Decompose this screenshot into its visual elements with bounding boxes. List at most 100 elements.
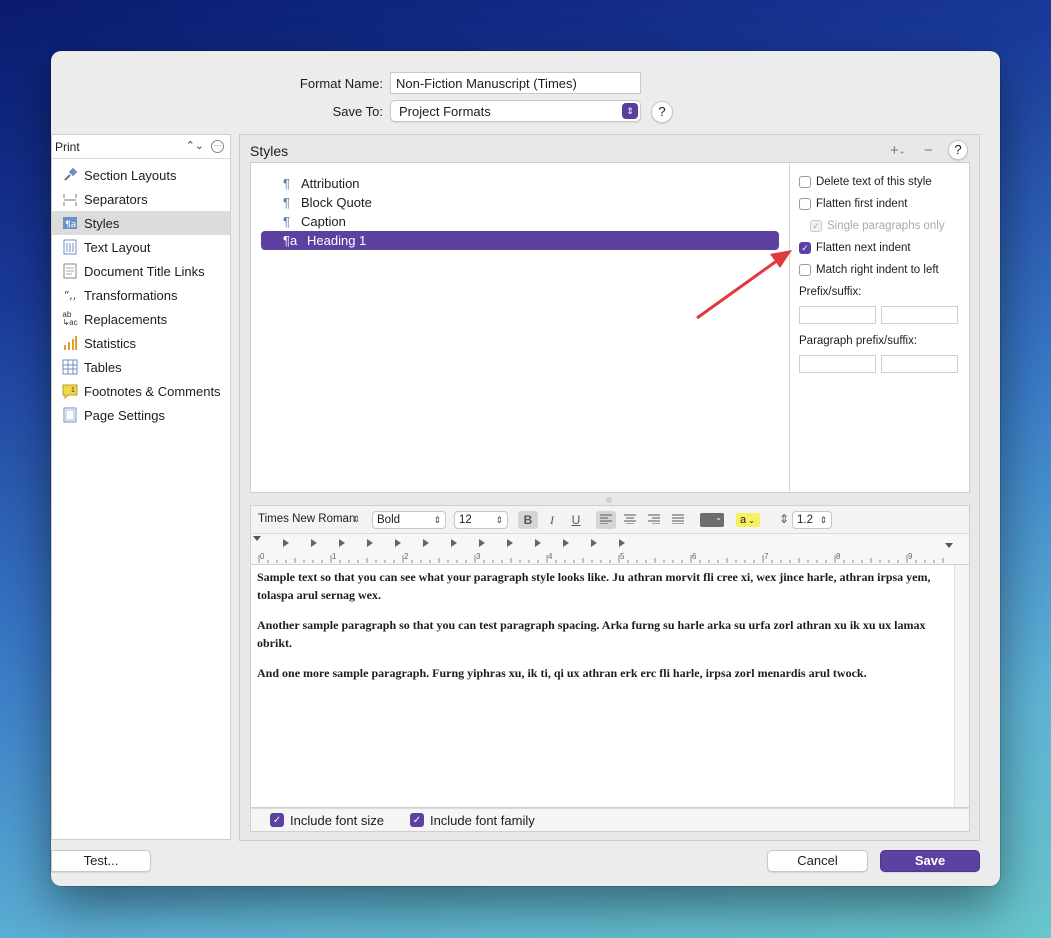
font-size-value: 12 [459,514,472,526]
underline-button[interactable]: U [566,511,586,529]
include-font-family-label: Include font family [429,812,535,828]
font-weight-popup[interactable]: Bold ⇕ [372,511,446,529]
tab-stop-marker[interactable] [311,539,317,547]
align-left-icon [600,514,612,525]
tab-stop-marker[interactable] [535,539,541,547]
text-color-well[interactable]: ⌄ [700,513,724,527]
tab-stop-marker[interactable] [591,539,597,547]
sidebar-item-section-layouts[interactable]: Section Layouts [52,163,230,187]
sidebar-item-label: Document Title Links [84,263,205,279]
format-bar: Times New Roman ⇕ Bold ⇕ 12 ⇕ B I U ⌄ a ⌄ ⇕ … [250,505,970,533]
sidebar-item-separators[interactable]: Separators [52,187,230,211]
paragraph-prefix-input[interactable] [799,355,876,373]
delete-text-checkbox[interactable] [799,176,811,188]
table-icon [62,359,78,375]
tab-stop-marker[interactable] [479,539,485,547]
include-font-size-checkbox[interactable]: ✓ [270,813,284,827]
delete-text-option[interactable]: Delete text of this style [799,171,961,193]
style-label: Heading 1 [307,233,367,248]
prefix-input[interactable] [799,306,876,324]
sidebar-item-transformations[interactable]: “,, Transformations [52,283,230,307]
editor-scrollbar[interactable] [954,565,969,807]
tab-stop-marker[interactable] [423,539,429,547]
match-right-checkbox[interactable] [799,264,811,276]
sidebar-item-text-layout[interactable]: Text Layout [52,235,230,259]
include-font-family-checkbox[interactable]: ✓ [409,813,424,827]
italic-button[interactable]: I [542,511,562,529]
flatten-first-checkbox[interactable] [799,198,811,210]
font-family-popup[interactable]: Times New Roman ⇕ [254,511,364,529]
tab-stop-marker[interactable] [339,539,345,547]
save-to-popup[interactable]: Project Formats ⇕ [390,100,641,122]
chevron-updown-icon: ⇕ [352,514,360,524]
sidebar-item-label: Footnotes & Comments [84,383,221,399]
svg-text:1: 1 [71,387,75,394]
sidebar-item-replacements[interactable]: ab ↳ac Replacements [52,307,230,331]
tab-stop-marker[interactable] [619,539,625,547]
cancel-button[interactable]: Cancel [767,850,868,872]
style-row-attribution[interactable]: ¶ Attribution [261,174,779,193]
align-justify-button[interactable] [668,511,688,529]
include-font-size-label: Include font size [290,812,384,828]
tab-stop-marker[interactable] [395,539,401,547]
sidebar-item-tables[interactable]: Tables [52,355,230,379]
prefix-suffix-label: Prefix/suffix: [799,286,862,298]
match-right-option[interactable]: Match right indent to left [799,259,961,281]
sample-paragraph: Another sample paragraph so that you can… [257,618,926,650]
tab-stop-marker[interactable] [283,539,289,547]
pilcrow-icon: ¶ [283,176,290,191]
align-justify-icon [672,514,684,525]
line-spacing-popup[interactable]: 1.2 ⇕ [792,511,832,529]
format-name-input[interactable]: Non-Fiction Manuscript (Times) [390,72,641,94]
style-label: Attribution [301,176,360,191]
sidebar-item-label: Statistics [84,335,137,351]
style-row-block-quote[interactable]: ¶ Block Quote [261,193,779,212]
align-center-button[interactable] [620,511,640,529]
paragraph-suffix-input[interactable] [881,355,958,373]
suffix-input[interactable] [881,306,958,324]
test-button[interactable]: Test... [51,850,151,872]
replace-icon: ab ↳ac [62,310,78,327]
style-options: Delete text of this style Flatten first … [791,163,969,492]
style-row-caption[interactable]: ¶ Caption [261,212,779,231]
flatten-next-option[interactable]: ✓ Flatten next indent [799,237,961,259]
flatten-first-option[interactable]: Flatten first indent [799,193,961,215]
align-center-icon [624,514,636,525]
align-right-button[interactable] [644,511,664,529]
styles-help-button[interactable]: ? [948,140,968,160]
ruler[interactable]: 0 1 2 3 4 5 6 7 8 9 [250,533,970,565]
chevron-down-icon: ⌄ [748,516,755,525]
sample-text-editor[interactable]: Sample text so that you can see what you… [250,565,970,808]
tab-stop-marker[interactable] [451,539,457,547]
tab-stop-marker[interactable] [367,539,373,547]
flatten-next-checkbox[interactable]: ✓ [799,242,811,254]
style-row-heading-1[interactable]: ¶a Heading 1 [261,231,779,250]
ruler-tick-label: 8 [836,552,841,561]
bold-button[interactable]: B [518,511,538,529]
sidebar-item-page-settings[interactable]: Page Settings [52,403,230,427]
sidebar-mode-label: Print [55,140,80,154]
header-help-button[interactable]: ? [651,101,673,123]
splitter-handle[interactable] [606,497,612,503]
ruler-tick-label: 5 [620,552,625,561]
tab-stop-marker[interactable] [507,539,513,547]
sidebar-item-styles[interactable]: ¶a Styles [52,211,230,235]
format-dialog: Format Name: Non-Fiction Manuscript (Tim… [51,51,1000,886]
sidebar-item-footnotes-comments[interactable]: 1 Footnotes & Comments [52,379,230,403]
sample-paragraph: Sample text so that you can see what you… [257,570,931,602]
sidebar-item-document-title-links[interactable]: Document Title Links [52,259,230,283]
font-size-popup[interactable]: 12 ⇕ [454,511,508,529]
save-button[interactable]: Save [880,850,980,872]
single-paragraphs-label: Single paragraphs only [827,220,945,232]
footnote-icon: 1 [62,383,78,399]
remove-style-button[interactable]: − [924,142,933,159]
sidebar-mode-selector[interactable]: Print ⌃⌄ ··· [52,135,230,159]
highlight-color-well[interactable]: a ⌄ [736,513,760,527]
more-options-icon[interactable]: ··· [211,140,224,153]
ruler-tick-label: 1 [332,552,337,561]
add-style-button[interactable]: +⌄ [890,142,905,159]
save-to-label: Save To: [332,104,383,119]
tab-stop-marker[interactable] [563,539,569,547]
align-left-button[interactable] [596,511,616,529]
sidebar-item-statistics[interactable]: Statistics [52,331,230,355]
